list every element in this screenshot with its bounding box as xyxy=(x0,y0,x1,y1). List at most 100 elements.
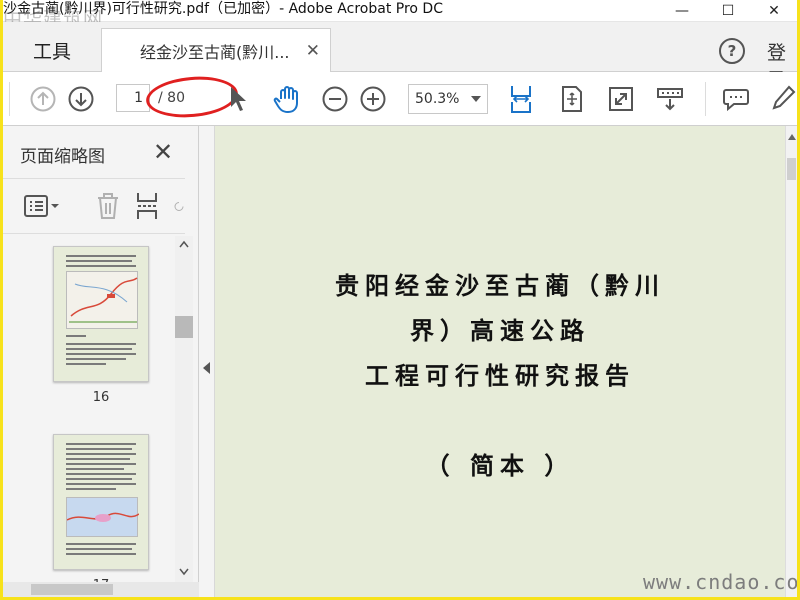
close-tab-icon[interactable]: ✕ xyxy=(306,41,320,61)
zoom-out-button[interactable] xyxy=(321,85,349,113)
title-bar: 沙金古蔺(黔川界)可行性研究.pdf（已加密）- Adobe Acrobat P… xyxy=(3,0,797,30)
text-line xyxy=(66,468,124,470)
cursor-arrow-icon xyxy=(231,87,246,111)
rotate-page-button[interactable] xyxy=(173,191,185,221)
tab-document-label: 经金沙至古蔺(黔川... xyxy=(140,42,290,62)
tab-document[interactable]: 经金沙至古蔺(黔川... ✕ xyxy=(101,28,331,72)
text-line xyxy=(66,488,116,490)
toolbar-divider xyxy=(9,82,10,116)
text-line xyxy=(66,463,136,465)
full-screen-button[interactable] xyxy=(607,85,635,113)
thumbnail-hscrollbar[interactable] xyxy=(3,582,199,597)
thumbnail-options-button[interactable] xyxy=(23,193,61,219)
text-line xyxy=(66,348,132,350)
fit-page-icon xyxy=(562,86,582,112)
arrow-down-circle-icon xyxy=(68,86,94,112)
thumbnail-list: 16 17 xyxy=(3,236,175,597)
doc-subtitle: （ 简本 ） xyxy=(425,452,575,480)
text-line xyxy=(66,543,136,545)
trash-icon xyxy=(98,193,118,219)
text-line xyxy=(66,548,132,550)
panel-title: 页面缩略图 xyxy=(20,147,105,167)
thumbnail-scrollbar[interactable] xyxy=(175,236,193,586)
doc-title-line-1: 贵阳经金沙至古蔺（黔川 xyxy=(335,272,665,300)
text-line xyxy=(66,458,130,460)
close-panel-icon[interactable]: ✕ xyxy=(153,138,173,166)
text-line xyxy=(66,483,136,485)
text-line xyxy=(66,260,132,262)
text-line xyxy=(66,453,136,455)
thumbnail-label: 16 xyxy=(92,390,110,405)
fit-page-button[interactable] xyxy=(559,84,585,114)
pen-icon xyxy=(772,85,796,110)
insert-page-button[interactable] xyxy=(133,191,163,221)
doc-title-line-2: 界）高速公路 xyxy=(410,317,590,345)
hand-icon xyxy=(273,86,298,113)
zoom-value: 50.3% xyxy=(415,91,460,107)
scroll-up-icon[interactable] xyxy=(788,134,796,140)
maximize-button[interactable]: ☐ xyxy=(705,0,751,22)
insert-page-icon xyxy=(137,193,158,219)
page-number-input[interactable]: 1 xyxy=(116,84,150,112)
expand-icon xyxy=(609,87,633,111)
minus-circle-icon xyxy=(322,86,348,112)
plus-circle-icon xyxy=(360,86,386,112)
window-controls: — ☐ ✕ xyxy=(659,0,797,22)
thumbnail-panel: 页面缩略图 ✕ 16 xyxy=(3,126,199,597)
tab-bar: 工具 经金沙至古蔺(黔川... ✕ ? 登录 xyxy=(3,22,797,91)
hand-tool-button[interactable] xyxy=(271,83,303,115)
document-scrollbar[interactable] xyxy=(785,126,797,597)
fit-width-button[interactable] xyxy=(508,82,534,116)
comment-bubble-icon xyxy=(723,89,749,112)
document-view[interactable]: 贵阳经金沙至古蔺（黔川 界）高速公路 工程可行性研究报告 （ 简本 ） xyxy=(215,126,785,597)
scrollbar-thumb[interactable] xyxy=(175,316,193,338)
arrow-up-circle-icon xyxy=(30,86,56,112)
delete-page-button[interactable] xyxy=(93,191,123,221)
thumbnail-page-16[interactable] xyxy=(53,246,149,382)
help-button[interactable]: ? xyxy=(719,38,745,64)
text-line xyxy=(66,443,136,445)
chevron-down-icon xyxy=(471,96,481,102)
text-line xyxy=(66,473,136,475)
text-line xyxy=(66,353,136,355)
hscrollbar-thumb[interactable] xyxy=(31,584,113,595)
panel-toolbar xyxy=(3,178,185,234)
zoom-in-button[interactable] xyxy=(359,85,387,113)
acrobat-window: 沙金古蔺(黔川界)可行性研究.pdf（已加密）- Adobe Acrobat P… xyxy=(3,0,797,597)
text-line xyxy=(66,448,132,450)
text-line xyxy=(66,363,106,365)
text-line xyxy=(66,265,136,267)
next-page-button[interactable] xyxy=(67,85,95,113)
chevron-down-icon xyxy=(179,568,189,576)
chevron-up-icon xyxy=(179,240,189,248)
scroll-mode-icon xyxy=(657,88,683,111)
doc-title-line-3: 工程可行性研究报告 xyxy=(365,362,635,390)
map-thumbnail-image xyxy=(66,497,140,537)
select-tool-button[interactable] xyxy=(225,84,251,114)
document-scrollbar-thumb[interactable] xyxy=(787,158,796,180)
rotate-icon xyxy=(174,202,184,211)
thumbnail-page-17[interactable] xyxy=(53,434,149,570)
main-toolbar: 1 / 80 50.3% xyxy=(3,72,797,126)
toolbar-divider xyxy=(705,82,706,116)
text-line xyxy=(66,335,86,337)
previous-page-button[interactable] xyxy=(29,85,57,113)
options-menu-icon xyxy=(24,195,59,217)
watermark-bottom: www.cndao.com xyxy=(643,570,797,594)
panel-collapse-strip[interactable] xyxy=(199,126,215,597)
text-line xyxy=(66,358,126,360)
collapse-arrow-icon[interactable] xyxy=(203,362,210,374)
text-line xyxy=(66,343,136,345)
fit-width-icon xyxy=(511,86,531,113)
zoom-select[interactable]: 50.3% xyxy=(408,84,488,114)
text-line xyxy=(66,478,132,480)
comment-button[interactable] xyxy=(721,85,751,113)
close-window-button[interactable]: ✕ xyxy=(751,0,797,22)
map-thumbnail-image xyxy=(66,271,138,329)
minimize-button[interactable]: — xyxy=(659,0,705,22)
highlight-button[interactable] xyxy=(769,83,797,115)
scrolling-mode-button[interactable] xyxy=(655,85,685,113)
text-line xyxy=(66,255,136,257)
tab-tools[interactable]: 工具 xyxy=(3,28,101,72)
text-line xyxy=(66,553,136,555)
